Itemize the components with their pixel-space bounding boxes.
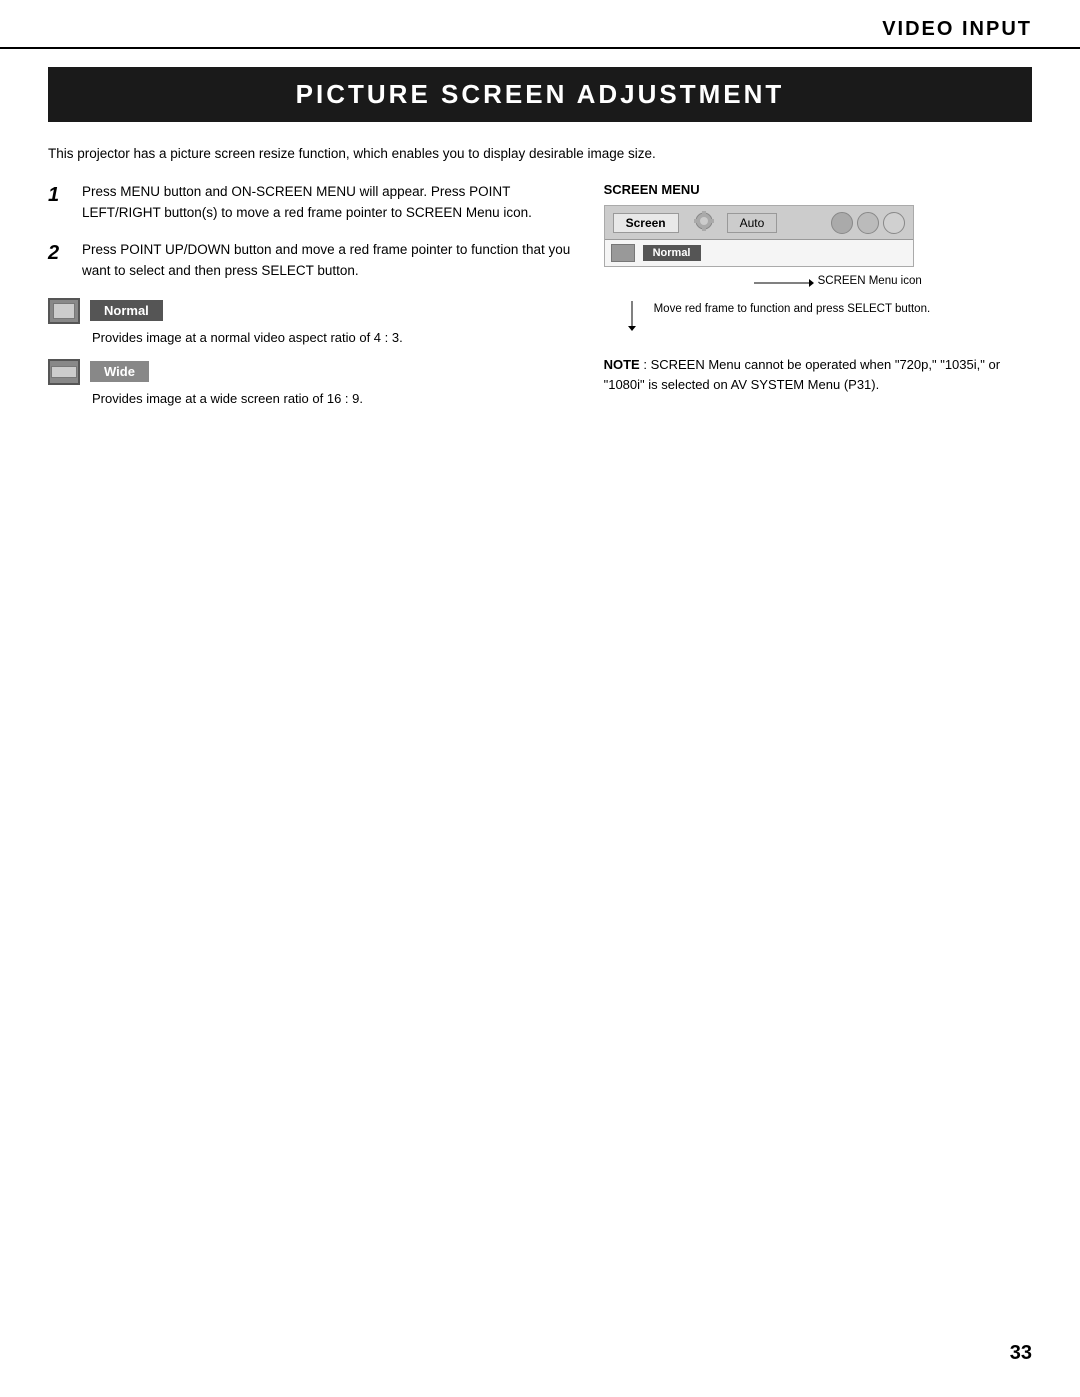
screen-menu-icon-annotation: SCREEN Menu icon: [604, 273, 1032, 291]
screen-tab: Screen: [613, 213, 679, 233]
left-column: 1 Press MENU button and ON-SCREEN MENU w…: [48, 182, 572, 416]
screen-menu-topbar: Screen Auto: [605, 206, 913, 240]
intro-text: This projector has a picture screen resi…: [48, 144, 1032, 164]
note-section: NOTE : SCREEN Menu cannot be operated wh…: [604, 355, 1032, 395]
wide-option-description: Provides image at a wide screen ratio of…: [92, 391, 572, 406]
normal-option-icon: [48, 298, 80, 324]
top-header: VIDEO INPUT: [0, 0, 1080, 49]
screen-item-icon: [611, 244, 635, 262]
move-annotation-text: Move red frame to function and press SEL…: [654, 301, 931, 317]
page-number: 33: [1010, 1342, 1032, 1365]
screen-menu-icon-label: SCREEN Menu icon: [818, 273, 922, 289]
page-title-banner: PICTURE SCREEN ADJUSTMENT: [48, 67, 1032, 122]
annotation-area: SCREEN Menu icon Move red frame to funct…: [604, 273, 1032, 331]
circle-icon-3: [883, 212, 905, 234]
page-title: PICTURE SCREEN ADJUSTMENT: [48, 79, 1032, 110]
normal-icon-inner: [53, 303, 75, 319]
screen-menu-illustration: Screen Auto: [604, 205, 914, 267]
normal-option-label: Normal: [90, 300, 163, 321]
step-1: 1 Press MENU button and ON-SCREEN MENU w…: [48, 182, 572, 224]
screen-icons: [831, 212, 905, 234]
wide-option-item: Wide: [48, 359, 572, 385]
annotation-arrow-2: [614, 301, 650, 331]
screen-menu-bottom-row: Normal: [605, 240, 913, 266]
two-column-layout: 1 Press MENU button and ON-SCREEN MENU w…: [48, 182, 1032, 416]
step-1-number: 1: [48, 182, 70, 208]
step-2-text: Press POINT UP/DOWN button and move a re…: [82, 240, 572, 282]
gear-icon: [693, 210, 715, 235]
wide-option-icon: [48, 359, 80, 385]
screen-normal-selected: Normal: [643, 245, 701, 261]
screen-menu-title: SCREEN MENU: [604, 182, 1032, 197]
main-content: This projector has a picture screen resi…: [0, 122, 1080, 464]
note-text: : SCREEN Menu cannot be operated when "7…: [604, 357, 1000, 392]
move-annotation: Move red frame to function and press SEL…: [604, 301, 1032, 331]
wide-icon-inner: [51, 366, 77, 378]
step-2: 2 Press POINT UP/DOWN button and move a …: [48, 240, 572, 282]
circle-icon-2: [857, 212, 879, 234]
step-1-text: Press MENU button and ON-SCREEN MENU wil…: [82, 182, 572, 224]
normal-option-item: Normal: [48, 298, 572, 324]
right-column: SCREEN MENU Screen: [604, 182, 1032, 395]
step-2-number: 2: [48, 240, 70, 266]
wide-option-label: Wide: [90, 361, 149, 382]
note-label: NOTE: [604, 357, 640, 372]
auto-tab: Auto: [727, 213, 778, 233]
normal-option-description: Provides image at a normal video aspect …: [92, 330, 572, 345]
annotation-arrow-1: [754, 275, 814, 291]
circle-icon-1: [831, 212, 853, 234]
header-title: VIDEO INPUT: [882, 18, 1032, 41]
